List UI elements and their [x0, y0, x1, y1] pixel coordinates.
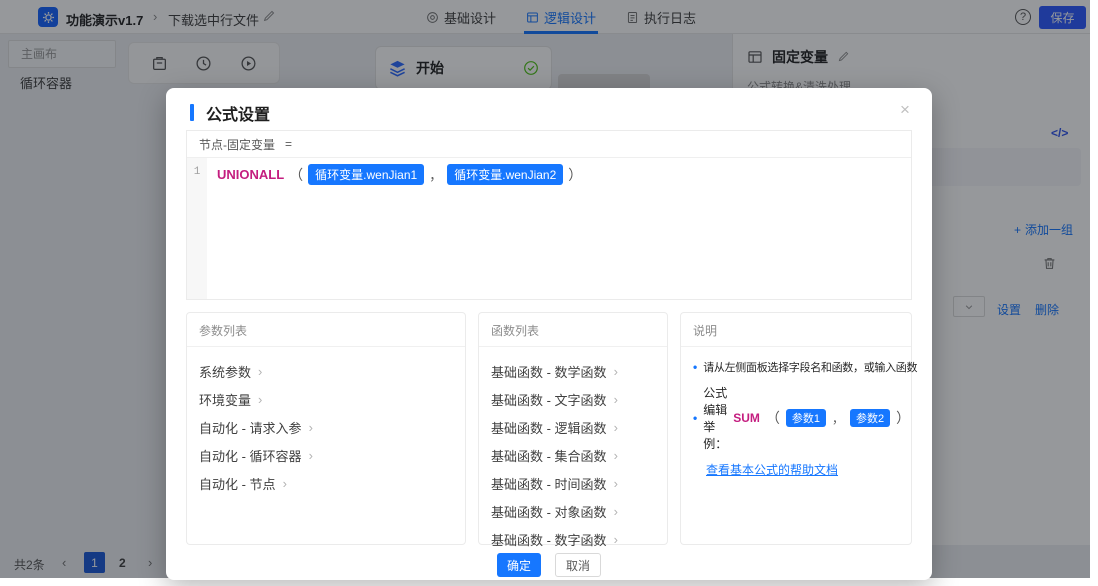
param-item-label: 系统参数 — [199, 362, 251, 381]
chevron-right-icon: › — [614, 532, 618, 547]
line-number-gutter: 1 — [187, 158, 207, 299]
close-paren: ） — [568, 165, 582, 185]
formula-target-row: 节点-固定变量 = — [187, 131, 911, 158]
code-input[interactable]: UNIONALL （ 循环变量.wenJian1 ， 循环变量.wenJian2… — [207, 158, 911, 299]
function-item-label: 基础函数 - 数字函数 — [491, 530, 607, 549]
function-item-label: 基础函数 - 对象函数 — [491, 502, 607, 521]
open-paren: （ — [289, 165, 303, 185]
function-item-math[interactable]: 基础函数 - 数学函数 › — [491, 357, 655, 385]
help-panel: 说明 • 请从左侧面板选择字段名和函数，或输入函数 • 公式编辑举例： SUM … — [680, 312, 912, 545]
param-item-label: 自动化 - 请求入参 — [199, 418, 302, 437]
function-item-label: 基础函数 - 数学函数 — [491, 362, 607, 381]
param-item-request-input[interactable]: 自动化 - 请求入参 › — [199, 413, 453, 441]
function-item-label: 基础函数 - 时间函数 — [491, 474, 607, 493]
chevron-right-icon: › — [614, 392, 618, 407]
function-list-panel: 函数列表 基础函数 - 数学函数 › 基础函数 - 文字函数 › 基础函数 - 逻辑… — [478, 312, 668, 545]
panel-title: 说明 — [681, 313, 911, 346]
tip-text: 请从左侧面板选择字段名和函数，或输入函数 — [703, 359, 917, 375]
param-item-label: 自动化 - 循环容器 — [199, 446, 302, 465]
parameter-list: 系统参数 › 环境变量 › 自动化 - 请求入参 › 自动化 - 循环容器 › 自动化 … — [187, 347, 465, 507]
bullet-icon: • — [693, 411, 697, 425]
formula-settings-modal: 公式设置 × 节点-固定变量 = 1 UNIONALL （ 循环变量.wenJi… — [166, 88, 932, 580]
comma: ， — [832, 410, 844, 427]
tip-line-2: • 公式编辑举例： SUM （ 参数1 ， 参数2 ） — [693, 384, 899, 452]
chevron-right-icon: › — [614, 476, 618, 491]
chevron-right-icon: › — [258, 392, 262, 407]
close-paren: ） — [896, 408, 910, 428]
chevron-right-icon: › — [614, 504, 618, 519]
open-paren: （ — [766, 408, 780, 428]
parameter-list-panel: 参数列表 系统参数 › 环境变量 › 自动化 - 请求入参 › 自动化 - 循环容器 ›… — [186, 312, 466, 545]
modal-title: 公式设置 — [206, 101, 270, 125]
title-accent-bar — [190, 104, 194, 121]
function-item-time[interactable]: 基础函数 - 时间函数 › — [491, 469, 655, 497]
close-icon[interactable]: × — [900, 101, 910, 118]
param-item-label: 自动化 - 节点 — [199, 474, 276, 493]
help-doc-link[interactable]: 查看基本公式的帮助文档 — [706, 461, 838, 478]
function-keyword: UNIONALL — [217, 167, 284, 182]
chevron-right-icon: › — [614, 448, 618, 463]
function-item-label: 基础函数 - 集合函数 — [491, 446, 607, 465]
formula-code-area[interactable]: 1 UNIONALL （ 循环变量.wenJian1 ， 循环变量.wenJia… — [187, 158, 911, 299]
function-item-label: 基础函数 - 逻辑函数 — [491, 418, 607, 437]
formula-target-label: 节点-固定变量 — [199, 136, 275, 153]
param-item-loop-container[interactable]: 自动化 - 循环容器 › — [199, 441, 453, 469]
confirm-button[interactable]: 确定 — [497, 553, 541, 577]
chevron-right-icon: › — [309, 448, 313, 463]
param-item-node[interactable]: 自动化 - 节点 › — [199, 469, 453, 497]
example-arg-chip: 参数2 — [850, 409, 890, 427]
panel-title: 函数列表 — [479, 313, 667, 346]
chevron-right-icon: › — [614, 420, 618, 435]
function-item-number[interactable]: 基础函数 - 数字函数 › — [491, 525, 655, 553]
example-function-keyword: SUM — [733, 411, 760, 425]
chevron-right-icon: › — [283, 476, 287, 491]
tip-line-1: • 请从左侧面板选择字段名和函数，或输入函数 — [693, 359, 899, 375]
param-item-system[interactable]: 系统参数 › — [199, 357, 453, 385]
function-item-label: 基础函数 - 文字函数 — [491, 390, 607, 409]
cancel-button[interactable]: 取消 — [555, 553, 601, 577]
variable-chip[interactable]: 循环变量.wenJian2 — [447, 164, 563, 185]
chevron-right-icon: › — [309, 420, 313, 435]
bullet-icon: • — [693, 360, 697, 374]
equals-sign: = — [285, 137, 292, 151]
help-tips: • 请从左侧面板选择字段名和函数，或输入函数 • 公式编辑举例： SUM （ 参… — [681, 347, 911, 490]
example-arg-chip: 参数1 — [786, 409, 826, 427]
function-item-object[interactable]: 基础函数 - 对象函数 › — [491, 497, 655, 525]
function-list: 基础函数 - 数学函数 › 基础函数 - 文字函数 › 基础函数 - 逻辑函数 › 基… — [479, 347, 667, 563]
function-item-text[interactable]: 基础函数 - 文字函数 › — [491, 385, 655, 413]
variable-chip[interactable]: 循环变量.wenJian1 — [308, 164, 424, 185]
formula-line: UNIONALL （ 循环变量.wenJian1 ， 循环变量.wenJian2… — [217, 164, 901, 185]
chevron-right-icon: › — [614, 364, 618, 379]
tip-example-prefix: 公式编辑举例： — [703, 384, 727, 452]
comma: ， — [429, 165, 442, 184]
function-item-logic[interactable]: 基础函数 - 逻辑函数 › — [491, 413, 655, 441]
chevron-right-icon: › — [258, 364, 262, 379]
function-item-collection[interactable]: 基础函数 - 集合函数 › — [491, 441, 655, 469]
param-item-env[interactable]: 环境变量 › — [199, 385, 453, 413]
param-item-label: 环境变量 — [199, 390, 251, 409]
panel-title: 参数列表 — [187, 313, 465, 346]
modal-footer: 确定 取消 — [166, 553, 932, 577]
formula-editor: 节点-固定变量 = 1 UNIONALL （ 循环变量.wenJian1 ， 循… — [186, 130, 912, 300]
